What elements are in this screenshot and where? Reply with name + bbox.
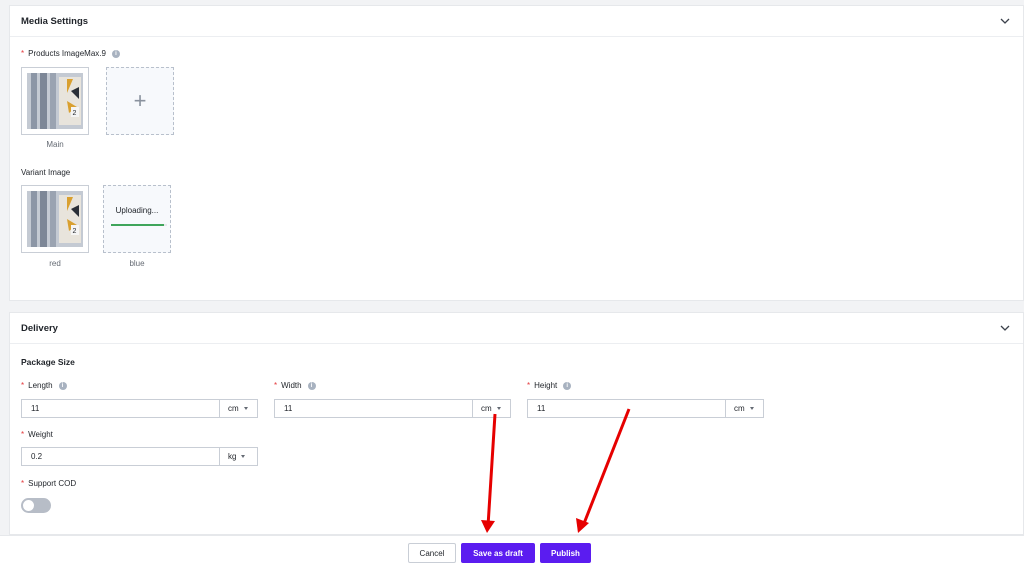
svg-text:2: 2 [73, 110, 77, 117]
info-icon[interactable]: i [307, 381, 316, 390]
product-photo-image: 2 [27, 191, 83, 247]
add-image-button[interactable]: + [106, 67, 174, 135]
weight-value[interactable]: 0.2 [22, 448, 219, 465]
weight-unit-value: kg [228, 452, 237, 461]
weight-label-text: Weight [28, 430, 53, 439]
support-cod-label-text: Support COD [28, 479, 77, 488]
info-icon[interactable]: i [563, 381, 572, 390]
upload-status-text: Uploading... [115, 206, 159, 215]
product-photo-image: 2 [27, 73, 83, 129]
width-input[interactable]: 11 cm [274, 399, 511, 418]
width-label-text: Width [281, 381, 302, 390]
width-value[interactable]: 11 [275, 400, 472, 417]
length-label: * Length i [21, 381, 67, 390]
info-icon[interactable]: i [58, 381, 67, 390]
width-unit-select[interactable]: cm [472, 400, 510, 417]
length-value[interactable]: 11 [22, 400, 219, 417]
main-image-thumbnail[interactable]: 2 [21, 67, 89, 135]
cancel-button[interactable]: Cancel [408, 543, 456, 563]
save-as-draft-button[interactable]: Save as draft [461, 543, 535, 563]
support-cod-toggle[interactable] [21, 498, 51, 513]
info-icon[interactable]: i [111, 49, 120, 58]
variant-blue-upload[interactable]: Uploading... [103, 185, 171, 253]
products-image-label: * Products ImageMax.9 i [21, 49, 120, 58]
delivery-header[interactable]: Delivery [10, 313, 1023, 344]
media-settings-panel: Media Settings * Products ImageMax.9 i 2 [9, 5, 1024, 301]
weight-unit-select[interactable]: kg [219, 448, 257, 465]
upload-progress-bar [111, 224, 167, 226]
footer-action-bar: Cancel Save as draft Publish [0, 535, 1024, 565]
length-input[interactable]: 11 cm [21, 399, 258, 418]
required-mark: * [274, 381, 278, 390]
required-mark: * [21, 381, 25, 390]
delivery-panel: Delivery Package Size * Length i 11 cm *… [9, 312, 1024, 535]
upload-progress-fill [111, 224, 165, 226]
variant-image-label: Variant Image [21, 168, 71, 177]
products-image-label-text: Products ImageMax.9 [28, 49, 106, 58]
required-mark: * [527, 381, 531, 390]
width-label: * Width i [274, 381, 316, 390]
weight-input[interactable]: 0.2 kg [21, 447, 258, 466]
chevron-down-icon[interactable] [998, 14, 1012, 28]
height-label: * Height i [527, 381, 572, 390]
variant-red-caption: red [49, 259, 61, 268]
caret-down-icon [243, 407, 248, 410]
height-label-text: Height [534, 381, 558, 390]
package-size-title: Package Size [21, 357, 75, 367]
publish-button[interactable]: Publish [540, 543, 591, 563]
toggle-knob [23, 500, 34, 511]
length-unit-value: cm [228, 404, 239, 413]
main-caption: Main [46, 140, 64, 149]
variant-red-thumbnail[interactable]: 2 [21, 185, 89, 253]
caret-down-icon [496, 407, 501, 410]
length-label-text: Length [28, 381, 53, 390]
height-input[interactable]: 11 cm [527, 399, 764, 418]
height-unit-value: cm [734, 404, 745, 413]
height-unit-select[interactable]: cm [725, 400, 763, 417]
height-value[interactable]: 11 [528, 400, 725, 417]
media-settings-header[interactable]: Media Settings [10, 6, 1023, 37]
media-settings-title: Media Settings [21, 15, 89, 27]
required-mark: * [21, 49, 25, 58]
caret-down-icon [241, 455, 246, 458]
chevron-down-icon[interactable] [998, 321, 1012, 335]
length-unit-select[interactable]: cm [219, 400, 257, 417]
support-cod-label: * Support COD [21, 479, 76, 488]
weight-label: * Weight [21, 430, 53, 439]
caret-down-icon [749, 407, 754, 410]
variant-blue-caption: blue [129, 259, 145, 268]
required-mark: * [21, 430, 25, 439]
width-unit-value: cm [481, 404, 492, 413]
delivery-title: Delivery [21, 322, 58, 334]
required-mark: * [21, 479, 25, 488]
svg-text:2: 2 [73, 228, 77, 235]
